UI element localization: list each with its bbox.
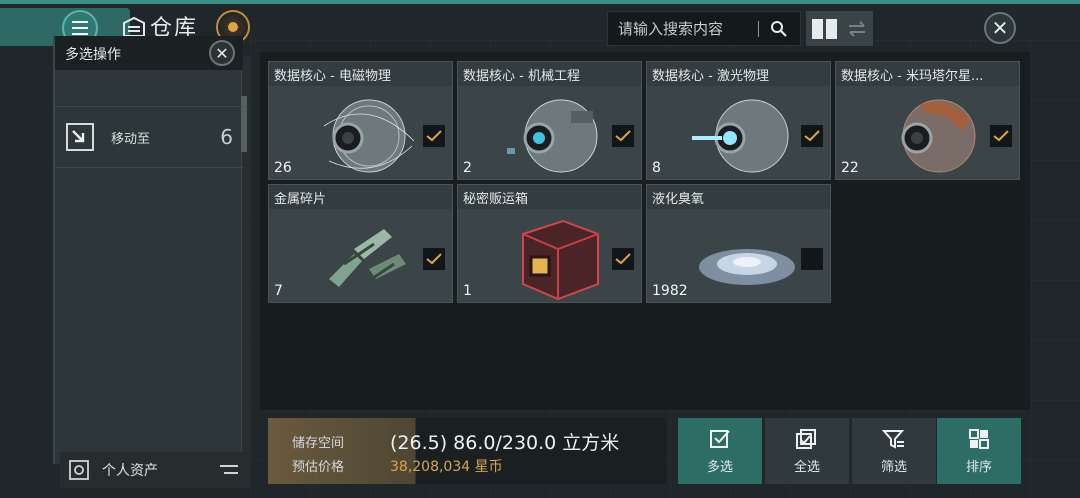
item-name: 秘密贩运箱 <box>458 185 641 209</box>
estimated-price-value: 38,208,034 星币 <box>390 459 503 475</box>
multi-select-icon <box>710 429 730 448</box>
checkbox[interactable] <box>423 125 445 147</box>
item-card[interactable]: 数据核心 - 米玛塔尔星... 22 <box>835 61 1020 180</box>
select-all-label: 全选 <box>793 459 820 475</box>
item-card[interactable]: 秘密贩运箱 1 <box>457 184 642 303</box>
view-toggle[interactable] <box>806 11 873 46</box>
storage-space-value: (26.5) 86.0/230.0 立方米 <box>390 432 620 454</box>
move-to-label: 移动至 <box>111 131 151 147</box>
filter-icon <box>882 429 905 449</box>
search-box[interactable] <box>607 11 801 46</box>
multi-select-button[interactable]: 多选 <box>678 418 762 484</box>
checkbox[interactable] <box>423 248 445 270</box>
filter-button[interactable]: 筛选 <box>852 418 936 484</box>
item-name: 数据核心 - 机械工程 <box>458 62 641 86</box>
liquid-ozone-icon <box>699 249 795 285</box>
item-name: 液化臭氧 <box>647 185 830 209</box>
multi-select-panel: 多选操作 ✕ 移动至 6 <box>53 36 243 464</box>
multi-select-title: 多选操作 <box>65 47 121 63</box>
multi-select-label: 多选 <box>706 459 733 475</box>
checkbox[interactable] <box>801 248 823 270</box>
item-quantity: 22 <box>841 160 859 176</box>
storage-space-label: 储存空间 <box>292 436 345 451</box>
personal-assets-tab[interactable]: 个人资产 <box>60 452 250 488</box>
estimated-price-label: 预估价格 <box>292 460 345 475</box>
item-card[interactable]: 数据核心 - 电磁物理 26 <box>268 61 453 180</box>
item-quantity: 8 <box>652 160 661 176</box>
panel-close-icon[interactable]: ✕ <box>209 40 235 66</box>
personal-assets-label: 个人资产 <box>102 463 158 479</box>
checkbox[interactable] <box>612 125 634 147</box>
metal-scrap-icon <box>329 229 406 287</box>
move-to-count: 6 <box>220 125 233 149</box>
grid-view-icon[interactable] <box>812 18 837 39</box>
item-quantity: 26 <box>274 160 292 176</box>
item-card[interactable]: 金属碎片 7 <box>268 184 453 303</box>
item-card[interactable]: 数据核心 - 激光物理 8 <box>646 61 831 180</box>
top-accent-bar <box>0 0 1080 4</box>
sort-label: 排序 <box>965 459 992 475</box>
item-name: 数据核心 - 米玛塔尔星... <box>836 62 1019 86</box>
checkbox[interactable] <box>990 125 1012 147</box>
checkbox[interactable] <box>612 248 634 270</box>
storage-info: 储存空间 预估价格 (26.5) 86.0/230.0 立方米 38,208,0… <box>268 418 666 484</box>
sort-lines-icon <box>220 465 238 474</box>
data-core-icon <box>507 99 598 173</box>
select-all-button[interactable]: 全选 <box>765 418 849 484</box>
item-name: 数据核心 - 激光物理 <box>647 62 830 86</box>
item-quantity: 1982 <box>652 283 688 299</box>
swap-icon[interactable] <box>847 20 867 38</box>
item-name: 数据核心 - 电磁物理 <box>269 62 452 86</box>
sort-grid-icon <box>969 428 989 449</box>
checkbox[interactable] <box>801 125 823 147</box>
item-name: 金属碎片 <box>269 185 452 209</box>
item-quantity: 1 <box>463 283 472 299</box>
search-icon[interactable] <box>759 12 799 45</box>
item-quantity: 7 <box>274 283 283 299</box>
warehouse-icon <box>123 16 145 37</box>
sort-button[interactable]: 排序 <box>937 418 1021 484</box>
close-icon[interactable]: ✕ <box>984 12 1016 44</box>
item-quantity: 2 <box>463 160 472 176</box>
data-core-icon <box>692 99 789 173</box>
data-core-icon <box>323 99 415 173</box>
filter-label: 筛选 <box>880 459 907 475</box>
smuggling-crate-icon <box>522 219 599 301</box>
item-card[interactable]: 液化臭氧 1982 <box>646 184 831 303</box>
assets-icon <box>69 460 89 480</box>
data-core-icon <box>901 99 976 173</box>
select-all-icon <box>796 428 816 449</box>
item-card[interactable]: 数据核心 - 机械工程 2 <box>457 61 642 180</box>
search-input[interactable] <box>608 12 758 45</box>
move-to-button[interactable]: 移动至 6 <box>55 106 243 168</box>
move-to-icon <box>66 123 94 151</box>
